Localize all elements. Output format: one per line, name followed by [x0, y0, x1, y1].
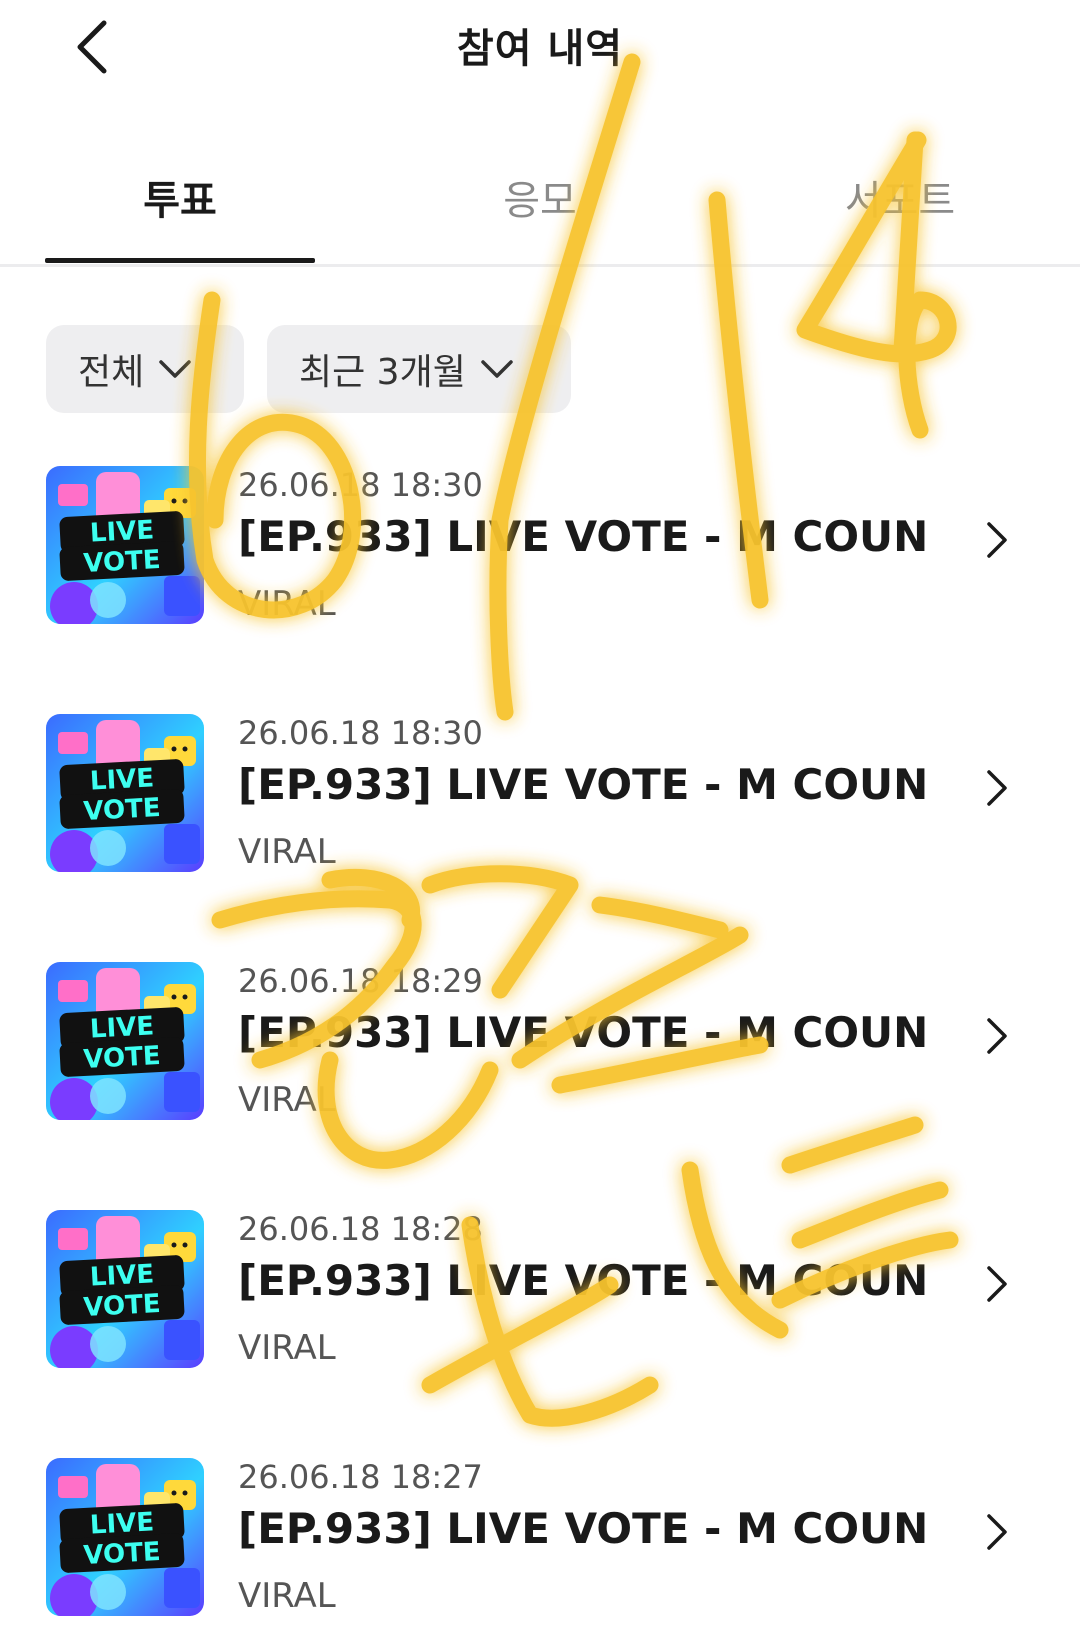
item-date: 26.06.18 18:30 — [238, 714, 483, 752]
live-vote-artwork: LIVEVOTE — [46, 466, 204, 624]
page-title: 참여 내역 — [456, 26, 624, 72]
item-source: VIRAL — [238, 1080, 336, 1120]
live-vote-artwork: LIVEVOTE — [46, 962, 204, 1120]
tab-support[interactable]: 서포트 — [765, 168, 1035, 226]
participation-history-screen: 참여 내역 투표 응모 서포트 전체 최근 3개월 LIVE VOTE 26.06… — [0, 0, 1080, 1650]
live-vote-thumbnail: LIVE VOTE — [46, 714, 204, 872]
thumb-line-2: VOTE — [83, 1289, 162, 1323]
filter-period-dropdown[interactable]: 최근 3개월 — [267, 325, 571, 413]
live-vote-thumbnail: LIVE VOTE — [46, 466, 204, 624]
thumb-line-2: VOTE — [83, 1041, 162, 1075]
item-source: VIRAL — [238, 584, 336, 624]
thumb-line-1: LIVE — [89, 1259, 155, 1292]
filter-period-label: 최근 3개월 — [299, 352, 466, 393]
list-item[interactable]: LIVE VOTE 26.06.18 18:29 [EP.933] LIVE VO… — [0, 936, 1080, 1184]
item-title: [EP.933] LIVE VOTE - M COUN... — [238, 1256, 928, 1305]
thumb-line-2: VOTE — [83, 545, 162, 579]
tab-bar: 투표 응모 서포트 — [0, 150, 1080, 268]
tab-entry[interactable]: 응모 — [405, 168, 675, 226]
live-vote-thumbnail: LIVE VOTE — [46, 1458, 204, 1616]
thumb-line-2: VOTE — [83, 1537, 162, 1571]
live-vote-artwork: LIVEVOTE — [46, 714, 204, 872]
filter-type-label: 전체 — [78, 352, 145, 393]
thumb-line-1: LIVE — [89, 763, 155, 796]
item-source: VIRAL — [238, 1328, 336, 1368]
live-vote-thumbnail: LIVE VOTE — [46, 962, 204, 1120]
chevron-right-icon — [987, 1514, 1007, 1550]
active-tab-indicator — [45, 258, 315, 263]
list-item[interactable]: LIVE VOTE 26.06.18 18:30 [EP.933] LIVE VO… — [0, 688, 1080, 936]
thumb-line-1: LIVE — [89, 1011, 155, 1044]
tab-vote[interactable]: 투표 — [45, 168, 315, 226]
filter-type-dropdown[interactable]: 전체 — [46, 325, 244, 413]
item-title: [EP.933] LIVE VOTE - M COUN... — [238, 760, 928, 809]
chevron-down-icon — [481, 360, 513, 378]
live-vote-artwork: LIVEVOTE — [46, 1458, 204, 1616]
live-vote-thumbnail: LIVE VOTE — [46, 1210, 204, 1368]
item-source: VIRAL — [238, 1576, 336, 1616]
tab-divider — [0, 264, 1080, 267]
item-date: 26.06.18 18:27 — [238, 1458, 483, 1496]
thumb-line-1: LIVE — [89, 515, 155, 548]
live-vote-artwork: LIVEVOTE — [46, 1210, 204, 1368]
item-title: [EP.933] LIVE VOTE - M COUN... — [238, 1504, 928, 1553]
chevron-right-icon — [987, 770, 1007, 806]
item-date: 26.06.18 18:29 — [238, 962, 483, 1000]
item-date: 26.06.18 18:28 — [238, 1210, 483, 1248]
item-source: VIRAL — [238, 832, 336, 872]
list-item[interactable]: LIVE VOTE 26.06.18 18:27 [EP.933] LIVE VO… — [0, 1432, 1080, 1650]
item-title: [EP.933] LIVE VOTE - M COUN... — [238, 1008, 928, 1057]
thumb-line-2: VOTE — [83, 793, 162, 827]
chevron-right-icon — [987, 522, 1007, 558]
vote-history-list: LIVE VOTE 26.06.18 18:30 [EP.933] LIVE VO… — [0, 440, 1080, 1650]
chevron-right-icon — [987, 1018, 1007, 1054]
list-item[interactable]: LIVE VOTE 26.06.18 18:28 [EP.933] LIVE VO… — [0, 1184, 1080, 1432]
chevron-right-icon — [987, 1266, 1007, 1302]
top-nav-bar: 참여 내역 — [0, 0, 1080, 110]
thumb-line-1: LIVE — [89, 1507, 155, 1540]
item-date: 26.06.18 18:30 — [238, 466, 483, 504]
item-title: [EP.933] LIVE VOTE - M COUN... — [238, 512, 928, 561]
chevron-down-icon — [159, 360, 191, 378]
list-item[interactable]: LIVE VOTE 26.06.18 18:30 [EP.933] LIVE VO… — [0, 440, 1080, 688]
